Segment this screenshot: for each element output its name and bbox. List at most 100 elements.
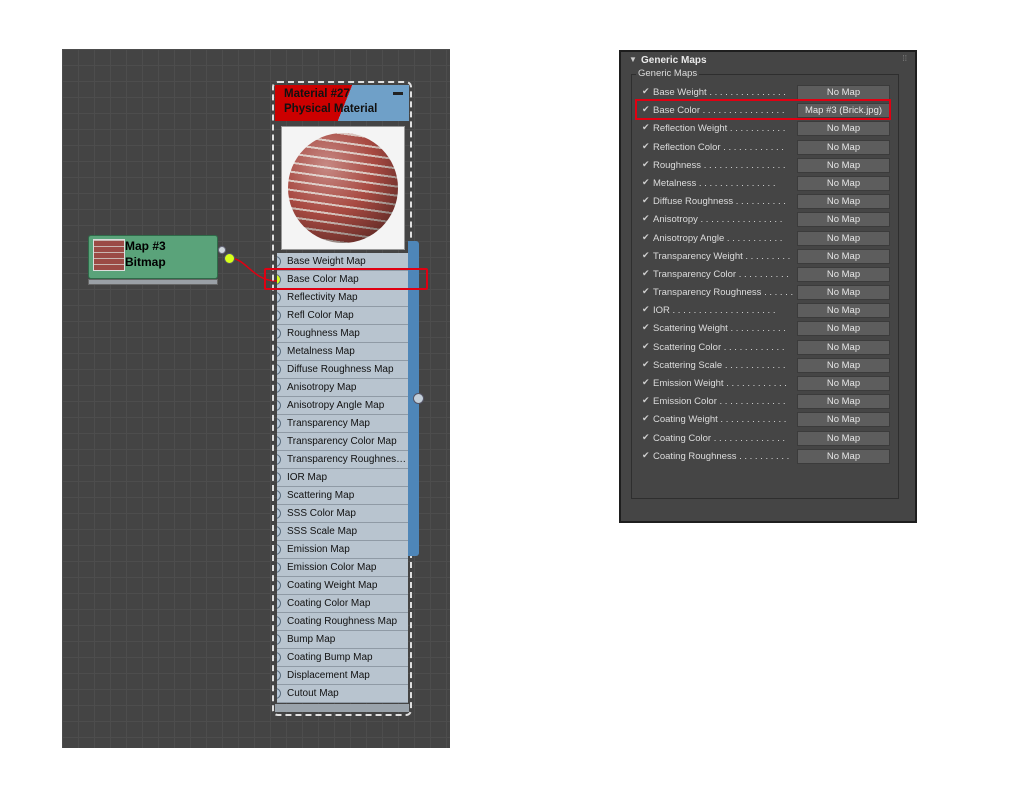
node-editor-canvas[interactable]: Map #3 Bitmap Material #27 Physical Mate… <box>62 49 450 748</box>
map-button[interactable]: No Map <box>797 412 890 428</box>
input-socket[interactable] <box>277 688 281 699</box>
input-socket[interactable] <box>277 328 281 339</box>
material-slot[interactable]: Refl Color Map <box>277 307 408 325</box>
material-slot[interactable]: Transparency Roughness Map <box>277 451 408 469</box>
enable-checkbox[interactable]: ✔ <box>642 432 650 443</box>
enable-checkbox[interactable]: ✔ <box>642 232 650 243</box>
input-socket[interactable] <box>277 616 281 627</box>
enable-checkbox[interactable]: ✔ <box>642 141 650 152</box>
material-slot[interactable]: Emission Map <box>277 541 408 559</box>
material-slot[interactable]: IOR Map <box>277 469 408 487</box>
material-output-socket[interactable] <box>413 393 424 404</box>
input-socket[interactable] <box>277 310 281 321</box>
highlight-box <box>635 99 891 120</box>
input-socket[interactable] <box>277 670 281 681</box>
map-button[interactable]: No Map <box>797 285 890 301</box>
material-slot[interactable]: Coating Weight Map <box>277 577 408 595</box>
enable-checkbox[interactable]: ✔ <box>642 450 650 461</box>
enable-checkbox[interactable]: ✔ <box>642 250 650 261</box>
map-button[interactable]: No Map <box>797 139 890 155</box>
material-slot[interactable]: SSS Color Map <box>277 505 408 523</box>
material-slot[interactable]: Roughness Map <box>277 325 408 343</box>
map-button[interactable]: No Map <box>797 175 890 191</box>
enable-checkbox[interactable]: ✔ <box>642 322 650 333</box>
input-socket[interactable] <box>277 634 281 645</box>
map-button[interactable]: No Map <box>797 248 890 264</box>
material-slot-label: Transparency Roughness Map <box>287 454 408 465</box>
bitmap-node-title: Map #3 <box>125 239 166 253</box>
map-button[interactable]: No Map <box>797 212 890 228</box>
input-socket[interactable] <box>277 256 281 267</box>
input-socket[interactable] <box>277 544 281 555</box>
enable-checkbox[interactable]: ✔ <box>642 159 650 170</box>
material-slot[interactable]: Coating Bump Map <box>277 649 408 667</box>
input-socket[interactable] <box>277 490 281 501</box>
input-socket[interactable] <box>277 292 281 303</box>
input-socket[interactable] <box>277 526 281 537</box>
rollout-title[interactable]: Generic Maps <box>641 55 707 66</box>
enable-checkbox[interactable]: ✔ <box>642 395 650 406</box>
input-socket[interactable] <box>277 400 281 411</box>
enable-checkbox[interactable]: ✔ <box>642 341 650 352</box>
input-socket[interactable] <box>277 364 281 375</box>
map-button[interactable]: No Map <box>797 321 890 337</box>
bitmap-output-socket[interactable] <box>224 253 235 264</box>
input-socket[interactable] <box>277 436 281 447</box>
input-socket[interactable] <box>277 418 281 429</box>
enable-checkbox[interactable]: ✔ <box>642 195 650 206</box>
collapse-arrow-icon[interactable]: ▼ <box>629 55 637 64</box>
input-socket[interactable] <box>277 508 281 519</box>
material-slot[interactable]: Cutout Map <box>277 685 408 703</box>
map-button[interactable]: No Map <box>797 230 890 246</box>
input-socket[interactable] <box>277 580 281 591</box>
enable-checkbox[interactable]: ✔ <box>642 122 650 133</box>
material-slot[interactable]: Diffuse Roughness Map <box>277 361 408 379</box>
bitmap-node[interactable]: Map #3 Bitmap <box>88 235 218 279</box>
enable-checkbox[interactable]: ✔ <box>642 359 650 370</box>
enable-checkbox[interactable]: ✔ <box>642 304 650 315</box>
bitmap-node-output-knob[interactable] <box>218 246 226 254</box>
enable-checkbox[interactable]: ✔ <box>642 377 650 388</box>
material-slot[interactable]: Transparency Color Map <box>277 433 408 451</box>
enable-checkbox[interactable]: ✔ <box>642 213 650 224</box>
map-button[interactable]: No Map <box>797 157 890 173</box>
input-socket[interactable] <box>277 598 281 609</box>
enable-checkbox[interactable]: ✔ <box>642 86 650 97</box>
map-button[interactable]: No Map <box>797 194 890 210</box>
material-slot[interactable]: Displacement Map <box>277 667 408 685</box>
input-socket[interactable] <box>277 382 281 393</box>
enable-checkbox[interactable]: ✔ <box>642 413 650 424</box>
map-button[interactable]: No Map <box>797 266 890 282</box>
grip-icon[interactable]: ⁞⁞ <box>903 54 907 63</box>
material-slot[interactable]: Transparency Map <box>277 415 408 433</box>
map-button[interactable]: No Map <box>797 339 890 355</box>
input-socket[interactable] <box>277 652 281 663</box>
material-slot[interactable]: SSS Scale Map <box>277 523 408 541</box>
map-button[interactable]: No Map <box>797 357 890 373</box>
enable-checkbox[interactable]: ✔ <box>642 177 650 188</box>
map-button[interactable]: No Map <box>797 121 890 137</box>
input-socket[interactable] <box>277 562 281 573</box>
material-slot[interactable]: Emission Color Map <box>277 559 408 577</box>
map-button[interactable]: No Map <box>797 376 890 391</box>
material-slot[interactable]: Scattering Map <box>277 487 408 505</box>
map-button[interactable]: No Map <box>797 430 890 446</box>
material-slot[interactable]: Anisotropy Map <box>277 379 408 397</box>
input-socket[interactable] <box>277 454 281 465</box>
input-socket[interactable] <box>277 346 281 357</box>
material-slot[interactable]: Anisotropy Angle Map <box>277 397 408 415</box>
minimize-icon[interactable]: ▬ <box>393 87 403 98</box>
map-button[interactable]: No Map <box>797 448 890 464</box>
material-slot[interactable]: Coating Color Map <box>277 595 408 613</box>
map-button[interactable]: No Map <box>797 394 890 410</box>
material-slot[interactable]: Coating Roughness Map <box>277 613 408 631</box>
material-slot[interactable]: Bump Map <box>277 631 408 649</box>
enable-checkbox[interactable]: ✔ <box>642 286 650 297</box>
input-socket[interactable] <box>277 472 281 483</box>
enable-checkbox[interactable]: ✔ <box>642 268 650 279</box>
material-node-header[interactable]: Material #27 Physical Material ▬ <box>275 85 409 121</box>
map-button[interactable]: No Map <box>797 303 890 319</box>
material-slot[interactable]: Metalness Map <box>277 343 408 361</box>
map-button[interactable]: No Map <box>797 85 890 100</box>
material-slot[interactable]: Reflectivity Map <box>277 289 408 307</box>
